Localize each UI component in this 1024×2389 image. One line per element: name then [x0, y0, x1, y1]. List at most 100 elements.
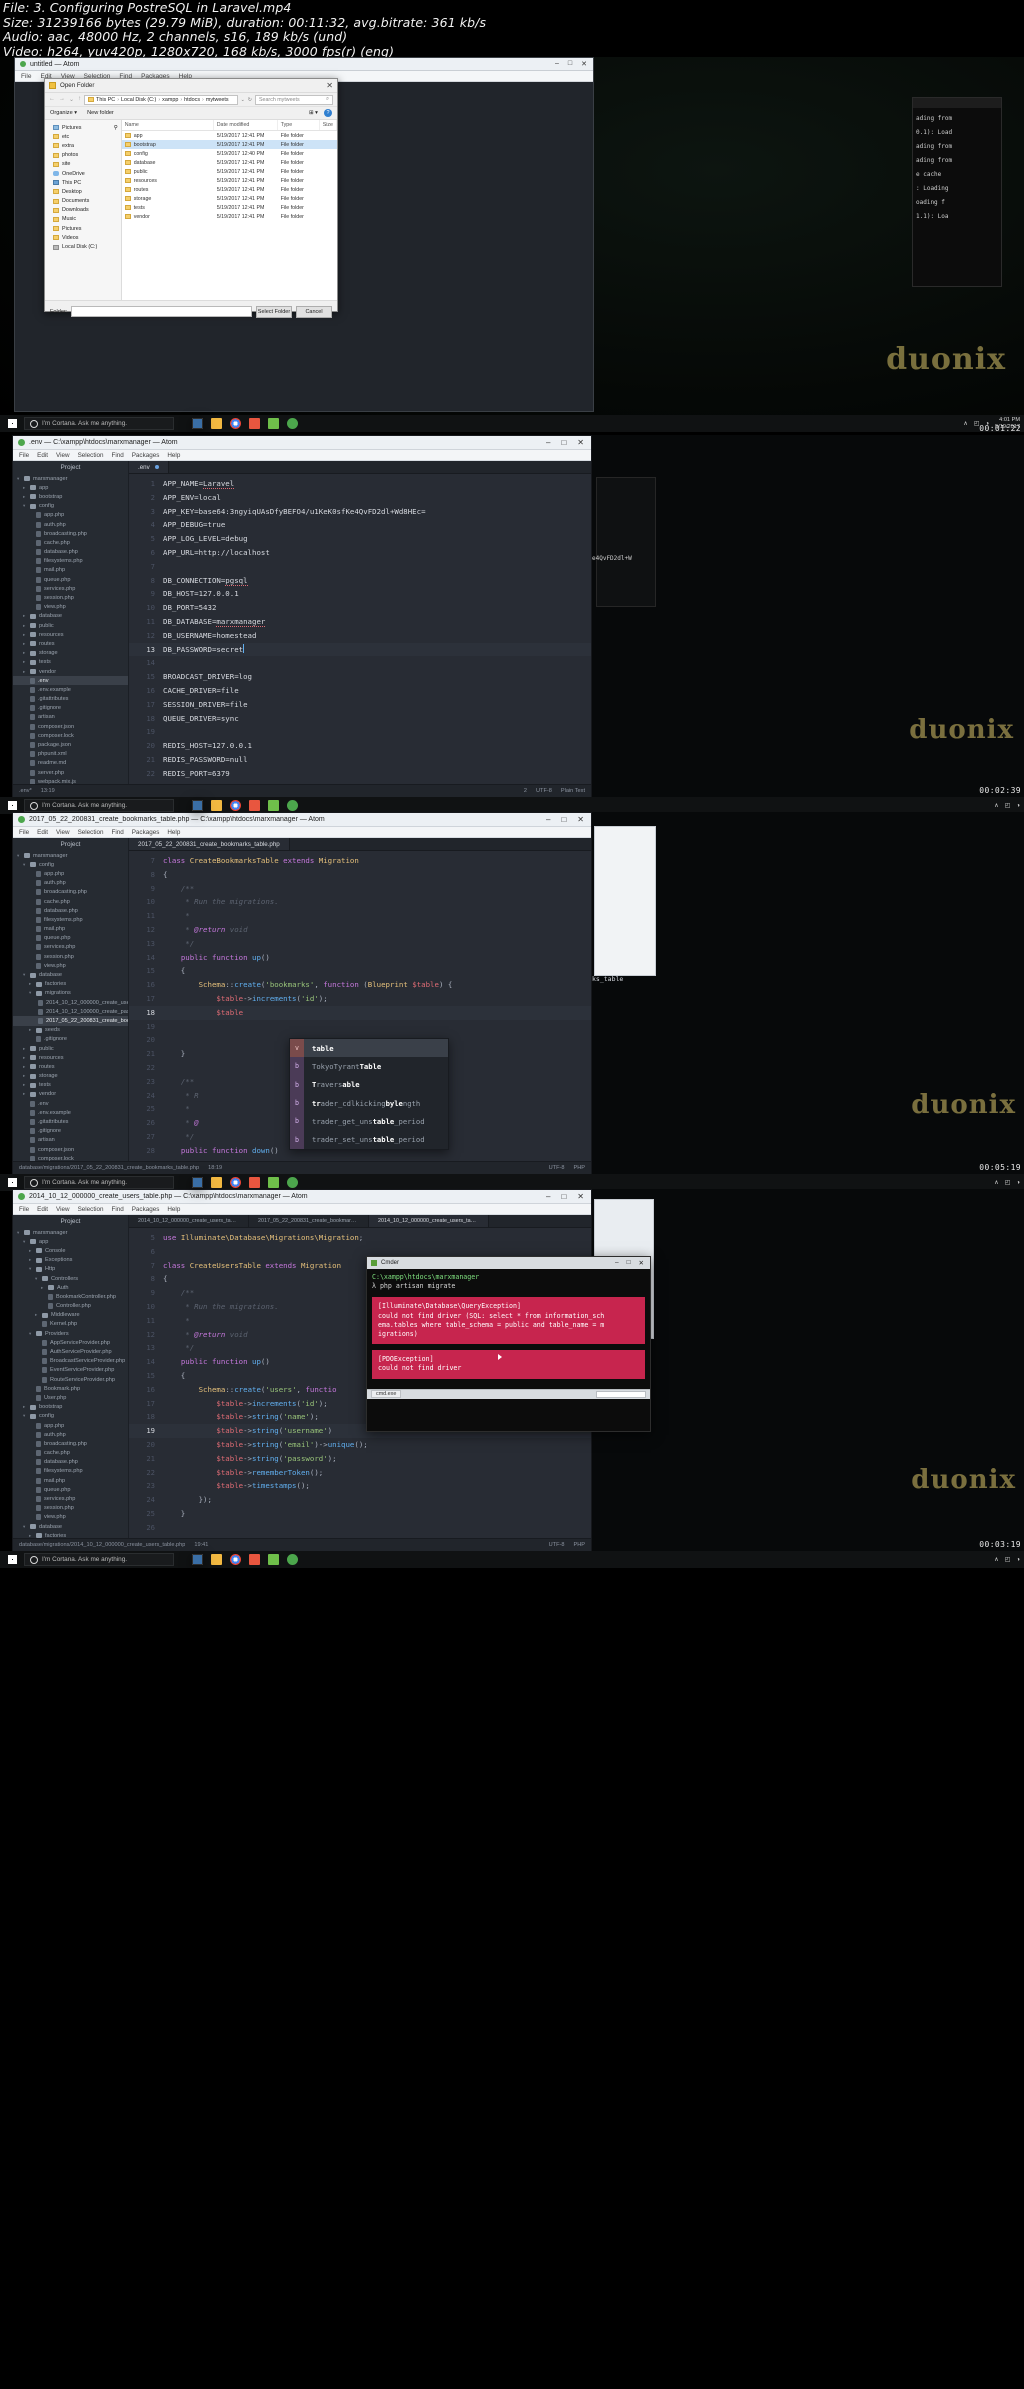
- tab-item[interactable]: 2014_10_12_000000_create_users_table.php: [129, 1215, 249, 1227]
- volume-icon[interactable]: ◑: [1016, 803, 1020, 809]
- menu-item-selection[interactable]: Selection: [78, 452, 104, 459]
- tree-file[interactable]: BroadcastServiceProvider.php: [13, 1357, 128, 1366]
- network-icon[interactable]: ◰: [1005, 1556, 1011, 1563]
- tree-file[interactable]: Bookmark.php: [13, 1384, 128, 1393]
- menu-item-help[interactable]: Help: [167, 829, 180, 836]
- chrome-icon[interactable]: [230, 800, 241, 811]
- code-line[interactable]: 21 REDIS_PASSWORD=null: [129, 753, 591, 767]
- code-line[interactable]: 14: [129, 656, 591, 670]
- dialog-toolbar[interactable]: Organize ▾ New folder ⊞ ▾ ?: [45, 107, 337, 120]
- code-line[interactable]: 20 $table->string('email')->unique();: [129, 1438, 591, 1452]
- tree-file[interactable]: broadcasting.php: [13, 888, 128, 897]
- tree-folder[interactable]: ▸ vendor: [13, 1090, 128, 1099]
- start-button[interactable]: [0, 415, 24, 432]
- tree-file[interactable]: mail.php: [13, 566, 128, 575]
- column-header-name[interactable]: Name: [122, 120, 214, 130]
- breadcrumb-item[interactable]: htdocs: [184, 97, 200, 103]
- file-rows[interactable]: app 5/19/2017 12:41 PM File folder bootstra…: [121, 131, 337, 221]
- tree-folder[interactable]: ▸ Middleware: [13, 1311, 128, 1320]
- tree-folder[interactable]: ▾ marxmanager: [13, 474, 128, 483]
- menu-item-help[interactable]: Help: [167, 452, 180, 459]
- tree-file[interactable]: composer.json: [13, 1145, 128, 1154]
- code-line[interactable]: 10 DB_PORT=5432: [129, 601, 591, 615]
- system-tray[interactable]: ∧ ◰ ◑: [994, 802, 1024, 810]
- tree-file[interactable]: cache.php: [13, 897, 128, 906]
- tree-file[interactable]: composer.json: [13, 722, 128, 731]
- menu-item-find[interactable]: Find: [111, 1206, 123, 1213]
- tab-bar[interactable]: 2014_10_12_000000_create_users_table.php…: [129, 1215, 591, 1228]
- menubar[interactable]: File Edit View Selection Find Packages Help: [13, 450, 591, 461]
- tree-file[interactable]: database.php: [13, 548, 128, 557]
- system-tray[interactable]: ∧ ◰ ◑: [994, 1179, 1024, 1187]
- code-line[interactable]: 1 APP_NAME=Laravel: [129, 477, 591, 491]
- menu-item-help[interactable]: Help: [167, 1206, 180, 1213]
- tree-file[interactable]: AppServiceProvider.php: [13, 1338, 128, 1347]
- tree-folder[interactable]: ▸ factories: [13, 980, 128, 989]
- chrome-icon[interactable]: [230, 1177, 241, 1188]
- menu-item-view[interactable]: View: [56, 1206, 70, 1213]
- tab-item[interactable]: 2017_05_22_200831_create_bookmarks_table…: [249, 1215, 369, 1227]
- folder-path-input[interactable]: [71, 306, 252, 317]
- network-icon[interactable]: ◰: [1005, 1179, 1011, 1186]
- table-row[interactable]: resources 5/19/2017 12:41 PM File folder: [122, 176, 337, 185]
- tree-file[interactable]: database.php: [13, 1458, 128, 1467]
- sublime-icon[interactable]: [249, 1177, 260, 1188]
- editor-pane[interactable]: 2017_05_22_200831_create_bookmarks_table…: [129, 838, 591, 1161]
- close-icon[interactable]: ✕: [639, 1259, 644, 1267]
- search-input[interactable]: Search mytweets ⌕: [255, 94, 333, 105]
- column-header-size[interactable]: Size: [320, 120, 337, 130]
- status-cursor[interactable]: 18:19: [208, 1165, 222, 1171]
- table-row[interactable]: database 5/19/2017 12:41 PM File folder: [122, 158, 337, 167]
- tree-file[interactable]: app.php: [13, 1421, 128, 1430]
- tray-expand-icon[interactable]: ∧: [963, 420, 967, 427]
- tree-file[interactable]: artisan: [13, 713, 128, 722]
- tree-file[interactable]: readme.md: [13, 759, 128, 768]
- code-line[interactable]: 22 REDIS_PORT=6379: [129, 767, 591, 781]
- tree-folder[interactable]: ▸ routes: [13, 639, 128, 648]
- panel-atom-bookmarks-migration[interactable]: 2017_05_22_200831_create_bookmarks_table…: [12, 812, 592, 1175]
- menu-item-find[interactable]: Find: [111, 829, 123, 836]
- tree-file[interactable]: filesystems.php: [13, 557, 128, 566]
- code-line[interactable]: 23 $table->timestamps();: [129, 1479, 591, 1493]
- tree-file[interactable]: services.php: [13, 584, 128, 593]
- cmder-icon[interactable]: [192, 1554, 203, 1565]
- address-bar[interactable]: ← → ⌄ ↑ This PC › Local Disk (C:) › xampp › ht…: [45, 93, 337, 107]
- project-tree-items[interactable]: ▾ marxmanager ▸ app ▸ bootstrap ▾ config app.php…: [13, 474, 128, 784]
- nav-item[interactable]: site: [45, 160, 121, 169]
- tree-file[interactable]: AuthServiceProvider.php: [13, 1347, 128, 1356]
- file-explorer-icon[interactable]: [211, 1177, 222, 1188]
- code-line[interactable]: 6 APP_URL=http://localhost: [129, 546, 591, 560]
- tree-file[interactable]: RouteServiceProvider.php: [13, 1375, 128, 1384]
- tree-folder[interactable]: ▾ marxmanager: [13, 1228, 128, 1237]
- new-folder-button[interactable]: New folder: [87, 110, 114, 116]
- tree-file[interactable]: mail.php: [13, 925, 128, 934]
- tree-folder[interactable]: ▾ Http: [13, 1265, 128, 1274]
- tab-bar[interactable]: .env: [129, 461, 591, 474]
- table-row[interactable]: app 5/19/2017 12:41 PM File folder: [122, 131, 337, 140]
- taskbar-icons[interactable]: [192, 1554, 298, 1565]
- tree-file[interactable]: session.php: [13, 593, 128, 602]
- code-line[interactable]: 11 *: [129, 909, 591, 923]
- cmder-icon[interactable]: [192, 800, 203, 811]
- project-tree[interactable]: Project ▾ marxmanager ▾ config app.php auth.p…: [13, 838, 129, 1161]
- code-line[interactable]: 9 DB_HOST=127.0.0.1: [129, 587, 591, 601]
- menu-item-packages[interactable]: Packages: [132, 452, 160, 459]
- sublime-icon[interactable]: [249, 800, 260, 811]
- column-header-type[interactable]: Type: [278, 120, 320, 130]
- status-bar[interactable]: database/migrations/2017_05_22_200831_cr…: [13, 1161, 591, 1174]
- menu-item-file[interactable]: File: [21, 73, 31, 80]
- cmder-tabbar[interactable]: cmd.exe: [367, 1388, 650, 1399]
- status-cursor[interactable]: 19:41: [194, 1542, 208, 1548]
- windows-taskbar[interactable]: I'm Cortana. Ask me anything. ∧ ◰ ◑ 4:01…: [0, 415, 1024, 432]
- status-bar[interactable]: database/migrations/2014_10_12_000000_cr…: [13, 1538, 591, 1551]
- network-icon[interactable]: ◰: [1005, 802, 1011, 809]
- tree-file[interactable]: EventServiceProvider.php: [13, 1366, 128, 1375]
- tree-file[interactable]: .gitattributes: [13, 695, 128, 704]
- tree-file[interactable]: filesystems.php: [13, 915, 128, 924]
- start-button[interactable]: [0, 1551, 24, 1568]
- minimize-icon[interactable]: –: [546, 815, 550, 824]
- tree-file[interactable]: .gitignore: [13, 704, 128, 713]
- tree-folder[interactable]: ▸ tests: [13, 658, 128, 667]
- tree-file[interactable]: queue.php: [13, 1485, 128, 1494]
- atom-icon[interactable]: [287, 1554, 298, 1565]
